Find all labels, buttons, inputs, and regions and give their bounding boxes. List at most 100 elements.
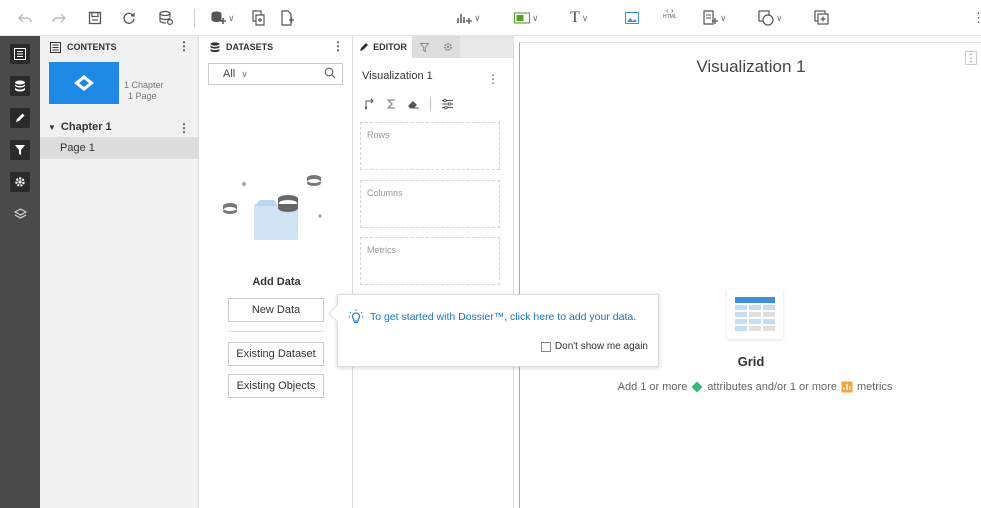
eraser-icon[interactable] [407, 98, 420, 110]
tab-editor-label: EDITOR [373, 42, 407, 52]
image-icon [625, 12, 639, 24]
sum-icon[interactable] [386, 98, 397, 110]
settings-sliders-icon[interactable] [441, 98, 454, 110]
new-data-button[interactable]: New Data [228, 298, 324, 322]
grid-icon [727, 289, 783, 339]
existing-dataset-button[interactable]: Existing Dataset [228, 342, 324, 366]
format-toggle-button[interactable] [10, 172, 30, 192]
rows-label: Rows [367, 130, 390, 140]
contents-menu-button[interactable]: ⋮ [178, 40, 190, 52]
tools-divider [430, 97, 431, 111]
add-dataset-button[interactable]: ∨ [210, 8, 235, 28]
contents-icon [50, 41, 61, 53]
chevron-down-icon: ∨ [474, 12, 481, 23]
hint-prefix: Add 1 or more [617, 381, 688, 393]
getting-started-popup: To get started with Dossier™, click here… [337, 294, 659, 367]
more-options-button[interactable]: ⋮ [972, 8, 981, 28]
add-data-title: Add Data [252, 276, 301, 288]
refresh-button[interactable] [122, 8, 136, 28]
save-icon [88, 11, 102, 25]
html-label: HTML [663, 14, 677, 20]
database-icon [15, 80, 25, 91]
checkbox-box[interactable] [540, 341, 551, 352]
caret-down-icon[interactable]: ▼ [48, 123, 56, 132]
text-icon: T [570, 9, 580, 26]
undo-button[interactable] [18, 8, 32, 28]
layers-toggle-button[interactable] [10, 204, 30, 224]
hint-metrics: metrics [856, 381, 893, 393]
dont-show-again-checkbox[interactable]: Don't show me again [540, 341, 648, 352]
shapes-button[interactable]: ∨ [758, 8, 783, 28]
gear-icon [444, 43, 452, 51]
filter-toggle-button[interactable] [10, 140, 30, 160]
toolbar-divider [194, 9, 195, 27]
add-page-button[interactable] [280, 8, 294, 28]
add-database-icon [211, 11, 226, 24]
metrics-label: Metrics [367, 245, 396, 255]
canvas-title[interactable]: Visualization 1 [520, 57, 981, 77]
text-tool-button[interactable]: T ∨ [570, 8, 588, 28]
duplicate-page-button[interactable] [250, 8, 266, 28]
add-panel-stack-button[interactable]: ∨ [702, 8, 727, 28]
redo-button[interactable] [52, 8, 66, 28]
columns-drop-zone[interactable]: Columns [360, 180, 500, 228]
swap-axes-icon[interactable] [364, 98, 376, 110]
chapter-menu-button[interactable]: ⋮ [178, 121, 190, 135]
shapes-icon [758, 10, 774, 26]
pencil-icon [360, 43, 369, 51]
hint-attributes: attributes and/or 1 or more [707, 381, 837, 393]
contents-header: CONTENTS ⋮ [40, 36, 198, 58]
editor-tabs: EDITOR [354, 36, 513, 58]
dataset-filter-select[interactable]: All ∨ [208, 63, 343, 85]
page-count: 1 Page [128, 91, 157, 101]
page-thumbnail[interactable] [49, 62, 119, 104]
panel-stack-icon [703, 10, 718, 25]
canvas-menu-button[interactable]: ⋮ [965, 51, 977, 65]
visualization-canvas[interactable]: Visualization 1 ⋮ Grid Add 1 or more att… [519, 42, 981, 508]
tab-editor[interactable]: EDITOR [354, 36, 412, 58]
database-icon [210, 41, 220, 53]
tab-format[interactable] [436, 36, 460, 58]
datasets-menu-button[interactable]: ⋮ [332, 40, 344, 52]
metrics-drop-zone[interactable]: Metrics [360, 237, 500, 285]
visualization-menu-button[interactable]: ⋮ [487, 72, 499, 86]
tab-filter[interactable] [412, 36, 436, 58]
rows-drop-zone[interactable]: Rows [360, 122, 500, 170]
editor-panel: EDITOR Visualization 1 ⋮ Rows Columns Me… [354, 36, 514, 508]
toolbar: ∨ ∨ ∨ T ∨ ‹ › HTML ∨ ∨ ⋮ [0, 0, 981, 36]
gear-icon [15, 177, 25, 187]
search-icon[interactable] [324, 67, 336, 82]
page-label: Page 1 [60, 142, 95, 154]
add-page-icon [281, 10, 294, 26]
datasets-toggle-button[interactable] [10, 76, 30, 96]
dataset-filter-value: All [223, 68, 236, 80]
visualization-name: Visualization 1 [362, 70, 433, 82]
attribute-diamond-icon [691, 381, 703, 393]
datasets-title: DATASETS [226, 42, 274, 52]
chevron-down-icon: ∨ [241, 68, 248, 79]
visualization-type-button[interactable]: ∨ [456, 8, 481, 28]
refresh-icon [123, 12, 135, 24]
save-button[interactable] [88, 8, 102, 28]
datasets-panel: DATASETS ⋮ All ∨ Add Data New Data Exist… [200, 36, 353, 508]
filter-icon [419, 42, 429, 52]
image-tool-button[interactable] [625, 8, 639, 28]
button-divider [228, 331, 324, 332]
page-item[interactable]: Page 1 [40, 137, 198, 159]
chapter-item[interactable]: ▼ Chapter 1 ⋮ [40, 118, 198, 136]
data-source-button[interactable] [158, 8, 174, 28]
kebab-icon: ⋮ [972, 10, 981, 25]
filter-control-icon [514, 12, 530, 24]
chevron-down-icon: ∨ [228, 12, 235, 23]
chapter-label: Chapter 1 [60, 121, 112, 133]
add-layout-button[interactable] [814, 8, 830, 28]
filter-control-button[interactable]: ∨ [514, 8, 539, 28]
dont-show-again-label: Don't show me again [554, 341, 648, 352]
getting-started-link[interactable]: To get started with Dossier™, click here… [348, 309, 636, 325]
add-data-illustration [223, 175, 322, 240]
layout-add-icon [814, 10, 829, 25]
existing-objects-button[interactable]: Existing Objects [228, 374, 324, 398]
editor-toggle-button[interactable] [10, 108, 30, 128]
html-container-button[interactable]: ‹ › HTML [663, 7, 677, 28]
toc-toggle-button[interactable] [10, 44, 30, 64]
